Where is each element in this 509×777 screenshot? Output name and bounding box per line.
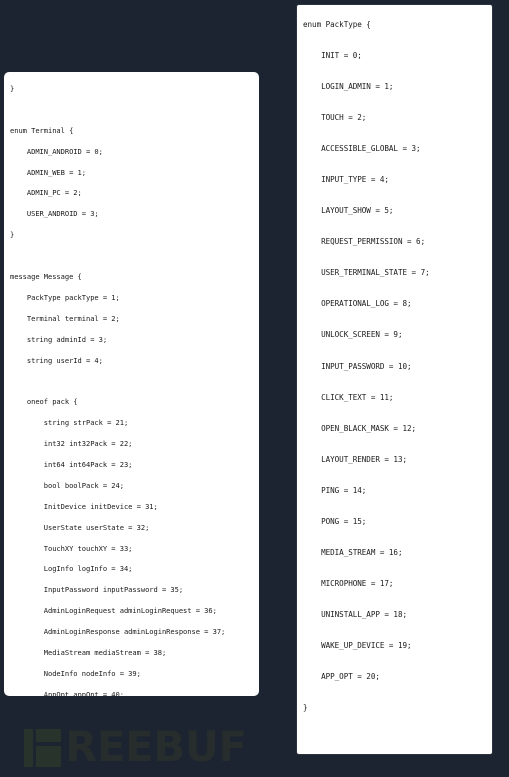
code-line: UserState userState = 32;: [10, 522, 150, 532]
code-line: ADMIN_PC = 2;: [10, 188, 82, 198]
code-line: LOGIN_ADMIN = 1;: [303, 82, 394, 92]
right-code-panel[interactable]: enum PackType { INIT = 0; LOGIN_ADMIN = …: [296, 4, 493, 755]
code-line: LAYOUT_SHOW = 5;: [303, 206, 394, 216]
code-line: CLICK_TEXT = 11;: [303, 392, 394, 402]
code-line: INPUT_PASSWORD = 10;: [303, 361, 412, 371]
code-line: string adminId = 3;: [10, 334, 108, 344]
code-line: MEDIA_STREAM = 16;: [303, 547, 403, 557]
code-line: OPEN_BLACK_MASK = 12;: [303, 423, 417, 433]
code-line: ADMIN_WEB = 1;: [10, 167, 86, 177]
logo-bottom-bar: [36, 746, 61, 767]
code-line: WAKE_UP_DEVICE = 19;: [303, 640, 412, 650]
code-line: UNINSTALL_APP = 18;: [303, 609, 408, 619]
code-line: PackType packType = 1;: [10, 292, 120, 302]
code-line: }: [10, 84, 15, 93]
code-line: AdminLoginRequest adminLoginRequest = 36…: [10, 606, 217, 616]
code-line: LAYOUT_RENDER = 13;: [303, 454, 408, 464]
logo-top-bar: [36, 729, 61, 742]
left-code-panel[interactable]: } enum Terminal { ADMIN_ANDROID = 0; ADM…: [4, 72, 259, 696]
freebuf-logo-icon: [22, 727, 62, 767]
code-line: OPERATIONAL_LOG = 8;: [303, 299, 412, 309]
code-line: NodeInfo nodeInfo = 39;: [10, 668, 141, 678]
logo-vertical-bar: [24, 729, 33, 767]
code-line: InputPassword inputPassword = 35;: [10, 585, 184, 595]
code-line: TOUCH = 2;: [303, 113, 367, 123]
code-line: ACCESSIBLE_GLOBAL = 3;: [303, 144, 421, 154]
freebuf-watermark: REEBUF: [22, 725, 247, 769]
code-line: InitDevice initDevice = 31;: [10, 501, 158, 511]
code-line: INPUT_TYPE = 4;: [303, 175, 389, 185]
code-line: APP_OPT = 20;: [303, 671, 380, 681]
code-line: AdminLoginResponse adminLoginResponse = …: [10, 627, 226, 637]
code-line: string strPack = 21;: [10, 418, 129, 428]
code-line: INIT = 0;: [303, 51, 362, 61]
code-line: enum Terminal {: [297, 754, 492, 755]
code-line: int32 int32Pack = 22;: [10, 439, 133, 449]
code-line: USER_ANDROID = 3;: [10, 209, 99, 219]
freebuf-wordmark: REEBUF: [65, 722, 247, 771]
code-line: PONG = 15;: [303, 516, 367, 526]
code-line: int64 int64Pack = 23;: [10, 460, 133, 470]
code-line: bool boolPack = 24;: [10, 480, 124, 490]
code-line: MICROPHONE = 17;: [303, 578, 394, 588]
code-line: enum Terminal {: [10, 125, 74, 135]
code-line: USER_TERMINAL_STATE = 7;: [303, 268, 430, 278]
code-line: UNLOCK_SCREEN = 9;: [303, 330, 403, 340]
code-line: ADMIN_ANDROID = 0;: [10, 146, 103, 156]
code-line: enum PackType {: [303, 20, 371, 29]
code-line: REQUEST_PERMISSION = 6;: [303, 237, 426, 247]
code-line: PING = 14;: [303, 485, 367, 495]
code-line: AppOpt appOpt = 40;: [10, 689, 124, 696]
code-line: string userId = 4;: [10, 355, 103, 365]
code-line: message Message {: [10, 272, 82, 282]
code-line: TouchXY touchXY = 33;: [10, 543, 133, 553]
code-line: }: [10, 230, 15, 240]
code-line: Terminal terminal = 2;: [10, 313, 120, 323]
code-line: }: [303, 703, 308, 713]
code-line: MediaStream mediaStream = 38;: [10, 648, 167, 658]
code-line: oneof pack {: [10, 397, 78, 407]
code-line: LogInfo logInfo = 34;: [10, 564, 133, 574]
